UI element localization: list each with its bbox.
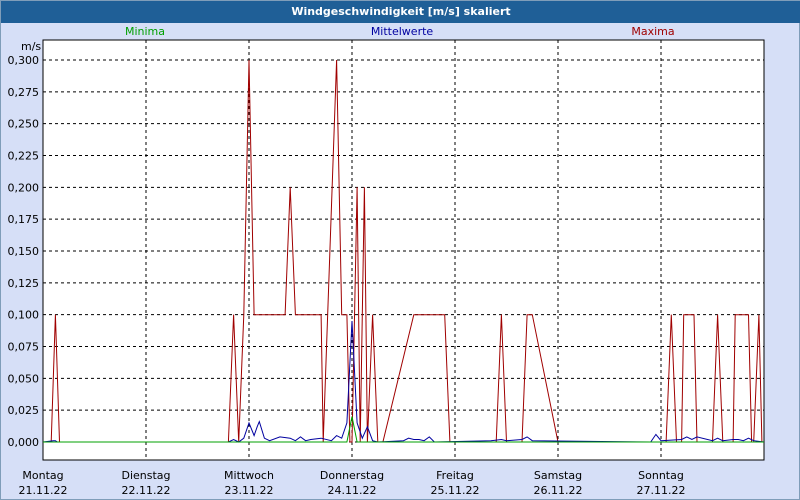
legend-maxima: Maxima: [631, 25, 674, 38]
y-tick-label: 0,100: [8, 309, 40, 322]
y-axis-label: m/s: [21, 40, 41, 53]
legend-mittelwerte: Mittelwerte: [371, 25, 434, 38]
x-tick-date: 23.11.22: [225, 484, 274, 497]
wind-speed-chart: 0,000 0,025 0,050 0,075 0,100 0,125 0,150 0,175…: [8, 25, 765, 497]
y-tick-label: 0,050: [8, 372, 40, 385]
y-tick-label: 0,075: [8, 341, 40, 354]
y-tick-label: 0,200: [8, 181, 40, 194]
x-tick-day: Dienstag: [121, 469, 170, 482]
x-tick-day: Freitag: [436, 469, 474, 482]
y-tick-label: 0,300: [8, 54, 40, 67]
x-tick-date: 22.11.22: [122, 484, 171, 497]
legend-minima: Minima: [125, 25, 165, 38]
x-tick-day: Mittwoch: [224, 469, 274, 482]
x-tick-date: 26.11.22: [534, 484, 583, 497]
plot-area: [42, 39, 765, 461]
y-tick-label: 0,025: [8, 404, 40, 417]
x-axis: Montag 21.11.22 Dienstag 22.11.22 Mittwoch 23…: [19, 469, 686, 497]
y-tick-label: 0,250: [8, 118, 40, 131]
x-tick-day: Samstag: [534, 469, 582, 482]
y-tick-label: 0,125: [8, 277, 40, 290]
x-tick-day: Sonntag: [638, 469, 684, 482]
x-tick-date: 21.11.22: [19, 484, 68, 497]
y-tick-label: 0,225: [8, 150, 40, 163]
y-axis: 0,000 0,025 0,050 0,075 0,100 0,125 0,150 0,175…: [8, 54, 40, 449]
x-tick-day: Montag: [22, 469, 63, 482]
x-tick-day: Donnerstag: [320, 469, 384, 482]
y-tick-label: 0,000: [8, 436, 40, 449]
y-tick-label: 0,175: [8, 213, 40, 226]
x-tick-date: 27.11.22: [637, 484, 686, 497]
y-tick-label: 0,150: [8, 245, 40, 258]
x-tick-date: 24.11.22: [328, 484, 377, 497]
y-tick-label: 0,275: [8, 86, 40, 99]
x-tick-date: 25.11.22: [431, 484, 480, 497]
